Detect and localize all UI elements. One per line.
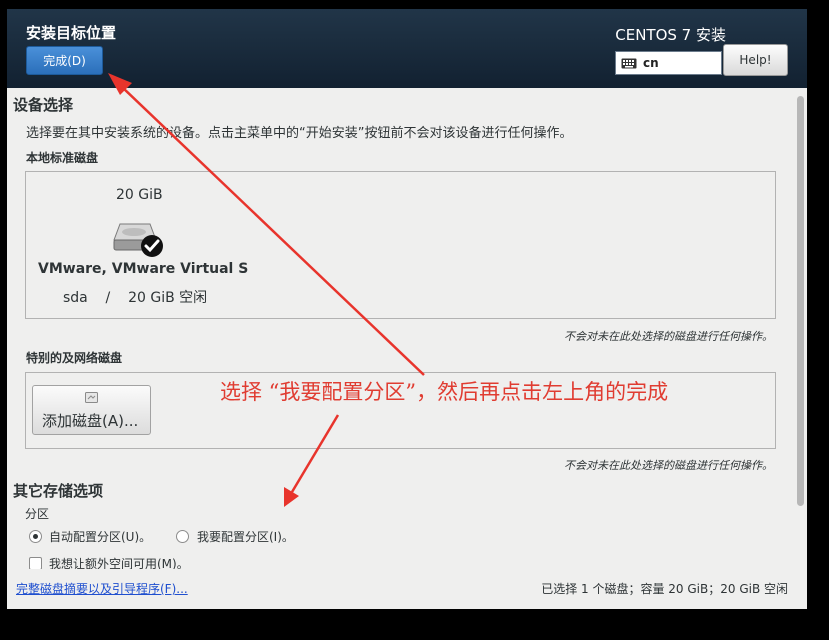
arrow-to-done-button	[108, 73, 425, 376]
arrow-to-manual-partition	[284, 414, 340, 507]
annotation-arrows	[108, 73, 425, 507]
